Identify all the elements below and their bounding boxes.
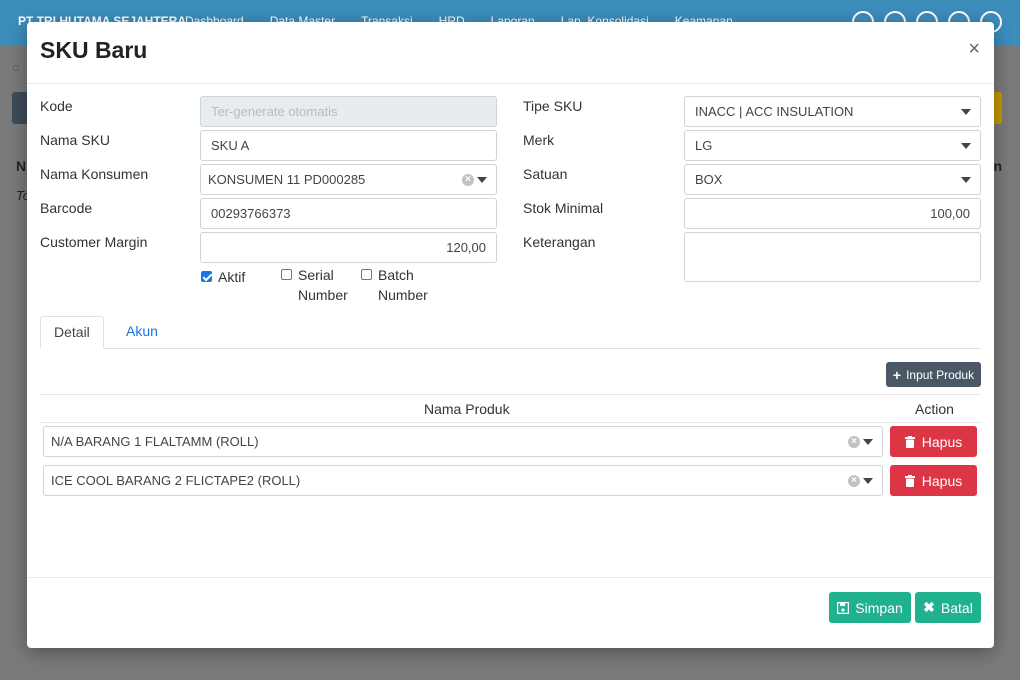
produk-value: N/A BARANG 1 FLALTAMM (ROLL) bbox=[51, 434, 259, 449]
barcode-input[interactable]: 00293766373 bbox=[200, 198, 497, 229]
background-button-left bbox=[12, 92, 28, 124]
close-button[interactable]: × bbox=[968, 38, 980, 61]
chevron-down-icon bbox=[961, 177, 971, 183]
tab-bar: Detail Akun bbox=[40, 316, 981, 349]
nama-sku-label: Nama SKU bbox=[40, 132, 111, 148]
satuan-value: BOX bbox=[695, 172, 723, 187]
plus-icon: + bbox=[892, 366, 902, 383]
batch-number-checkbox[interactable]: Batch Number bbox=[361, 265, 428, 305]
merk-label: Merk bbox=[523, 132, 555, 148]
close-icon: ✖ bbox=[923, 599, 935, 615]
input-produk-label: Input Produk bbox=[906, 367, 975, 382]
satuan-select[interactable]: BOX bbox=[684, 164, 981, 195]
simpan-button[interactable]: Simpan bbox=[829, 592, 911, 623]
stok-minimal-input[interactable]: 100,00 bbox=[684, 198, 981, 229]
simpan-label: Simpan bbox=[855, 599, 903, 616]
clear-icon[interactable]: × bbox=[848, 436, 860, 448]
table-divider bbox=[40, 422, 981, 423]
column-header-nama-produk: Nama Produk bbox=[424, 401, 510, 417]
sku-modal: SKU Baru × Kode Nama SKU Nama Konsumen B… bbox=[27, 22, 994, 648]
customer-margin-input[interactable]: 120,00 bbox=[200, 232, 497, 263]
checkbox-icon bbox=[361, 269, 372, 280]
trash-icon bbox=[904, 474, 915, 487]
tipe-sku-select[interactable]: INACC | ACC INSULATION bbox=[684, 96, 981, 127]
chevron-down-icon bbox=[863, 478, 873, 484]
tipe-sku-label: Tipe SKU bbox=[523, 98, 583, 114]
keterangan-textarea[interactable] bbox=[684, 232, 981, 282]
chevron-down-icon bbox=[477, 177, 487, 183]
home-icon[interactable]: ⌂ bbox=[12, 60, 19, 74]
aktif-checkbox[interactable]: Aktif bbox=[201, 267, 245, 287]
produk-select-row-1[interactable]: N/A BARANG 1 FLALTAMM (ROLL) × bbox=[43, 426, 883, 457]
input-produk-button[interactable]: + Input Produk bbox=[886, 362, 981, 387]
merk-select[interactable]: LG bbox=[684, 130, 981, 161]
tab-akun[interactable]: Akun bbox=[113, 316, 171, 349]
serial-number-checkbox[interactable]: Serial Number bbox=[281, 265, 348, 305]
chevron-down-icon bbox=[961, 143, 971, 149]
merk-value: LG bbox=[695, 138, 713, 153]
hapus-label: Hapus bbox=[921, 472, 963, 489]
nama-konsumen-label: Nama Konsumen bbox=[40, 166, 149, 182]
satuan-label: Satuan bbox=[523, 166, 568, 182]
kode-field[interactable]: Ter-generate otomatis bbox=[200, 96, 497, 127]
table-divider bbox=[40, 394, 981, 395]
customer-margin-label: Customer Margin bbox=[40, 234, 148, 250]
hapus-button-row-1[interactable]: Hapus bbox=[890, 426, 977, 457]
column-header-action: Action bbox=[915, 401, 954, 417]
batch-number-label: Batch Number bbox=[378, 267, 428, 303]
nama-sku-input[interactable]: SKU A bbox=[200, 130, 497, 161]
footer-divider bbox=[27, 577, 994, 578]
nama-konsumen-value: KONSUMEN 11 PD000285 bbox=[208, 172, 366, 187]
aktif-label: Aktif bbox=[218, 269, 246, 285]
clear-icon[interactable]: × bbox=[462, 174, 474, 186]
hapus-button-row-2[interactable]: Hapus bbox=[890, 465, 977, 496]
kode-label: Kode bbox=[40, 98, 73, 114]
checkbox-checked-icon bbox=[201, 271, 212, 282]
modal-title: SKU Baru bbox=[40, 37, 148, 63]
checkbox-icon bbox=[281, 269, 292, 280]
produk-select-row-2[interactable]: ICE COOL BARANG 2 FLICTAPE2 (ROLL) × bbox=[43, 465, 883, 496]
modal-header: SKU Baru × bbox=[27, 22, 994, 84]
nama-konsumen-select[interactable]: KONSUMEN 11 PD000285 × bbox=[200, 164, 497, 195]
serial-number-label: Serial Number bbox=[298, 267, 348, 303]
hapus-label: Hapus bbox=[921, 433, 963, 450]
trash-icon bbox=[904, 435, 915, 448]
background-column-header: N bbox=[16, 158, 27, 174]
chevron-down-icon bbox=[863, 439, 873, 445]
stok-minimal-label: Stok Minimal bbox=[523, 200, 604, 216]
clear-icon[interactable]: × bbox=[848, 475, 860, 487]
chevron-down-icon bbox=[961, 109, 971, 115]
batal-button[interactable]: ✖ Batal bbox=[915, 592, 981, 623]
save-icon bbox=[837, 601, 850, 614]
tab-detail[interactable]: Detail bbox=[40, 316, 104, 349]
produk-value: ICE COOL BARANG 2 FLICTAPE2 (ROLL) bbox=[51, 473, 301, 488]
barcode-label: Barcode bbox=[40, 200, 93, 216]
tipe-sku-value: INACC | ACC INSULATION bbox=[695, 104, 854, 119]
batal-label: Batal bbox=[940, 599, 973, 616]
keterangan-label: Keterangan bbox=[523, 234, 596, 250]
